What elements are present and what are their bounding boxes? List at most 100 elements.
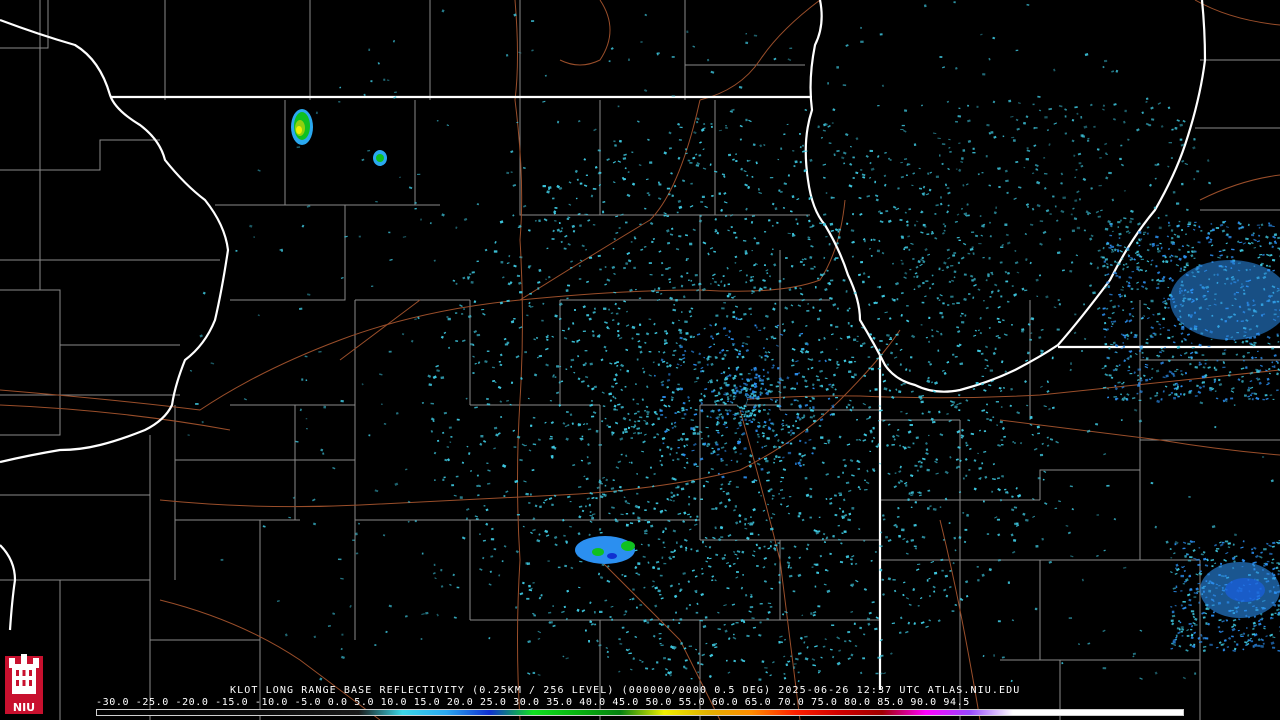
echo-speck bbox=[421, 401, 425, 404]
echo-speck bbox=[1195, 587, 1199, 591]
echo-speck bbox=[957, 261, 961, 264]
echo-speck bbox=[834, 513, 838, 517]
echo-speck bbox=[1222, 221, 1225, 224]
echo-speck bbox=[743, 387, 746, 390]
echo-speck bbox=[1156, 320, 1159, 323]
echo-speck bbox=[1146, 232, 1149, 235]
echo-speck bbox=[1264, 394, 1268, 397]
echo-speck bbox=[1204, 637, 1209, 640]
echo-speck bbox=[794, 372, 799, 376]
echo-speck bbox=[1057, 299, 1060, 302]
echo-speck bbox=[661, 274, 664, 276]
echo-speck bbox=[550, 455, 554, 458]
echo-speck bbox=[857, 468, 861, 470]
echo-speck bbox=[690, 182, 693, 185]
echo-speck bbox=[1176, 202, 1180, 205]
echo-speck bbox=[434, 479, 436, 481]
echo-speck bbox=[898, 534, 901, 538]
echo-speck bbox=[589, 362, 593, 366]
echo-speck bbox=[666, 187, 671, 190]
echo-speck bbox=[622, 157, 627, 160]
echo-speck bbox=[676, 485, 680, 489]
echo-speck bbox=[602, 210, 605, 214]
echo-speck bbox=[814, 285, 817, 289]
echo-speck bbox=[639, 323, 642, 326]
echo-speck bbox=[1251, 392, 1254, 395]
echo-speck bbox=[804, 476, 808, 480]
echo-speck bbox=[566, 218, 570, 220]
echo-speck bbox=[337, 558, 342, 561]
echo-speck bbox=[623, 266, 626, 270]
echo-speck bbox=[851, 507, 855, 510]
echo-speck bbox=[1122, 342, 1125, 344]
echo-speck bbox=[1008, 99, 1012, 103]
echo-speck bbox=[1252, 645, 1255, 648]
echo-speck bbox=[951, 303, 955, 305]
echo-speck bbox=[532, 416, 536, 419]
echo-speck bbox=[380, 403, 383, 405]
echo-speck bbox=[822, 223, 826, 226]
echo-speck bbox=[299, 307, 303, 310]
echo-speck bbox=[720, 536, 724, 538]
echo-speck bbox=[1109, 234, 1113, 237]
echo-speck bbox=[680, 311, 683, 313]
echo-speck bbox=[1276, 389, 1279, 392]
echo-speck bbox=[937, 349, 940, 352]
radar-map bbox=[0, 0, 1280, 720]
echo-speck bbox=[710, 452, 713, 455]
echo-speck bbox=[850, 583, 855, 587]
echo-speck bbox=[770, 545, 772, 548]
echo-speck bbox=[493, 250, 498, 253]
echo-speck bbox=[852, 406, 854, 409]
echo-speck bbox=[962, 149, 966, 152]
echo-speck bbox=[1272, 541, 1276, 545]
echo-speck bbox=[742, 573, 744, 576]
echo-speck bbox=[996, 317, 1000, 320]
echo-speck bbox=[723, 421, 728, 424]
echo-speck bbox=[446, 316, 449, 318]
echo-speck bbox=[690, 548, 693, 551]
echo-speck bbox=[706, 415, 709, 418]
echo-speck bbox=[975, 382, 979, 385]
echo-speck bbox=[888, 338, 892, 340]
echo-speck bbox=[804, 441, 807, 444]
echo-speck bbox=[539, 505, 542, 509]
echo-speck bbox=[1110, 376, 1114, 379]
echo-speck bbox=[877, 104, 880, 107]
echo-speck bbox=[860, 26, 862, 29]
echo-speck bbox=[1180, 267, 1182, 270]
echo-speck bbox=[1118, 245, 1122, 247]
echo-speck bbox=[1188, 221, 1192, 225]
echo-speck bbox=[912, 442, 915, 445]
echo-speck bbox=[818, 516, 821, 518]
echo-speck bbox=[622, 431, 625, 434]
echo-speck bbox=[1221, 541, 1225, 544]
echo-speck bbox=[988, 256, 991, 260]
echo-speck bbox=[638, 517, 641, 520]
echo-speck bbox=[1171, 242, 1176, 246]
echo-speck bbox=[281, 249, 283, 252]
echo-speck bbox=[701, 437, 703, 440]
echo-speck bbox=[1216, 359, 1219, 362]
echo-speck bbox=[598, 444, 603, 446]
echo-speck bbox=[696, 432, 700, 435]
echo-speck bbox=[732, 633, 735, 636]
echo-speck bbox=[558, 222, 561, 224]
echo-speck bbox=[533, 614, 536, 617]
echo-speck bbox=[830, 324, 833, 327]
echo-speck bbox=[1174, 126, 1178, 130]
echo-speck bbox=[660, 414, 664, 416]
echo-speck bbox=[798, 452, 802, 456]
echo-speck bbox=[727, 400, 729, 402]
echo-speck bbox=[646, 520, 651, 524]
echo-speck bbox=[735, 622, 739, 624]
echo-speck bbox=[968, 293, 971, 295]
echo-speck bbox=[1251, 233, 1255, 237]
echo-speck bbox=[749, 412, 754, 415]
echo-speck bbox=[549, 621, 553, 624]
echo-speck bbox=[414, 207, 417, 210]
echo-speck bbox=[1026, 351, 1030, 355]
echo-speck bbox=[1268, 224, 1272, 227]
echo-speck bbox=[794, 160, 798, 164]
echo-speck bbox=[749, 378, 753, 381]
